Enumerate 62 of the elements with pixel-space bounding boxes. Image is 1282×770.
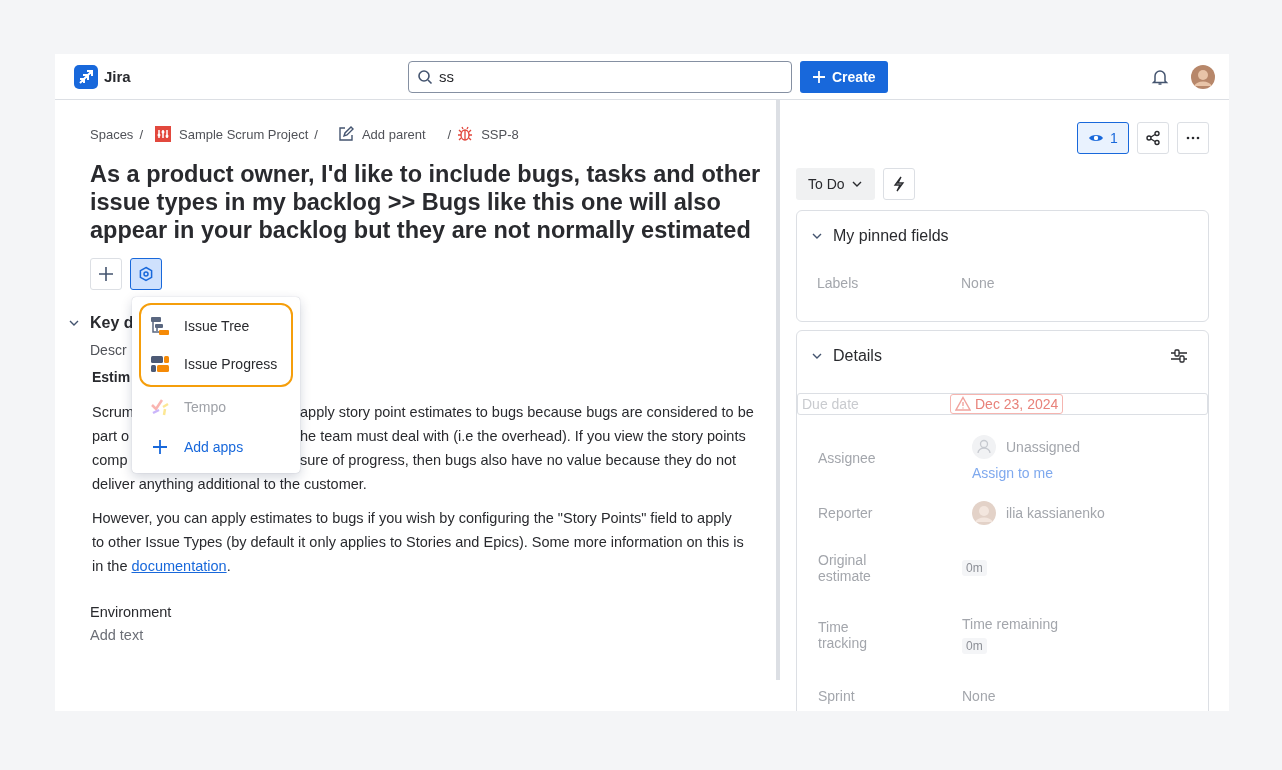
documentation-link[interactable]: documentation xyxy=(131,558,227,574)
settings-icon[interactable] xyxy=(1170,348,1188,364)
field-label: Original estimate xyxy=(818,552,872,584)
issue-title: As a product owner, I'd like to include bugs, tasks and other issue types in my backlog >> Bugs like this one will also appear in your backlog but they are not normally estimated xyxy=(90,160,762,244)
paragraph-text: deliver anything additional to the customer. xyxy=(92,475,367,494)
bug-icon xyxy=(457,126,474,142)
create-button[interactable]: Create xyxy=(800,60,888,93)
field-label: Reporter xyxy=(818,505,874,521)
avatar[interactable] xyxy=(1191,64,1215,89)
automation-button[interactable] xyxy=(882,168,915,200)
estimate-badge[interactable]: 0m xyxy=(962,560,987,576)
add-button[interactable] xyxy=(90,258,122,290)
hexagon-icon xyxy=(138,266,154,282)
edit-icon xyxy=(337,126,354,142)
warning-icon xyxy=(955,396,971,412)
field-label: Assignee xyxy=(818,450,877,466)
time-badge[interactable]: 0m xyxy=(962,638,987,654)
paragraph-text: comp xyxy=(92,451,128,470)
project-icon xyxy=(155,126,171,142)
field-label: Labels xyxy=(817,275,860,291)
breadcrumb-link[interactable]: SSP-8 xyxy=(457,126,519,142)
paragraph-text: apply story point estimates to bugs because bugs are considered to be xyxy=(300,403,755,422)
breadcrumb-link[interactable]: Add parent xyxy=(337,126,426,142)
jira-logo-icon[interactable] xyxy=(74,64,98,89)
menu-item[interactable]: Add apps xyxy=(132,427,300,467)
breadcrumb-link[interactable]: Sample Scrum Project xyxy=(155,126,309,142)
field-label: Descr xyxy=(90,342,127,358)
breadcrumb-link[interactable]: Spaces xyxy=(90,126,134,142)
bell-icon[interactable] xyxy=(1151,67,1169,86)
plus-icon xyxy=(150,437,170,457)
search-icon xyxy=(417,68,433,85)
paragraph-text: he team must deal with (i.e the overhead). If you view the story points xyxy=(300,427,747,446)
product-name[interactable]: Jira xyxy=(104,68,131,85)
paragraph-text: However, you can apply estimates to bugs if you wish by configuring the "Story Points" field to apply to other Issue Types (by default it only applies to Stories and Epics). Some more information on this is in the documentation. xyxy=(92,509,745,576)
section-heading: Key d xyxy=(90,314,134,332)
tree-icon xyxy=(150,316,170,336)
menu-item[interactable]: Issue Progress xyxy=(141,345,291,383)
panel-title[interactable]: My pinned fields xyxy=(833,227,949,245)
share-button[interactable] xyxy=(1137,122,1169,154)
plus-icon xyxy=(98,266,114,282)
breadcrumb-separator: / xyxy=(314,126,318,142)
breadcrumb-separator: / xyxy=(447,126,452,142)
menu-item[interactable]: Issue Tree xyxy=(141,307,291,345)
progress-icon xyxy=(150,354,170,374)
apps-button[interactable] xyxy=(130,258,162,290)
watch-button[interactable]: 1 xyxy=(1077,122,1129,154)
paragraph-text: sure of progress, then bugs also have no value because they do not xyxy=(300,451,738,470)
scrollbar-thumb[interactable] xyxy=(776,100,780,680)
text-field[interactable]: Add text xyxy=(90,627,150,643)
due-date-badge[interactable]: Dec 23, 2024 xyxy=(950,394,1064,414)
field-label: Sprint xyxy=(818,688,856,704)
paragraph-heading: Estim xyxy=(92,369,131,385)
share-icon xyxy=(1145,130,1161,146)
status-dropdown[interactable]: To Do xyxy=(796,168,875,200)
panel-title[interactable]: Details xyxy=(833,347,882,365)
tempo-icon xyxy=(150,397,170,417)
field-label: Environment xyxy=(90,604,173,620)
plus-icon xyxy=(812,69,826,84)
breadcrumb-separator: / xyxy=(139,126,143,142)
search-field[interactable]: ss xyxy=(408,60,792,93)
field-label: Time tracking xyxy=(818,619,869,651)
paragraph-text: part o xyxy=(92,427,130,446)
